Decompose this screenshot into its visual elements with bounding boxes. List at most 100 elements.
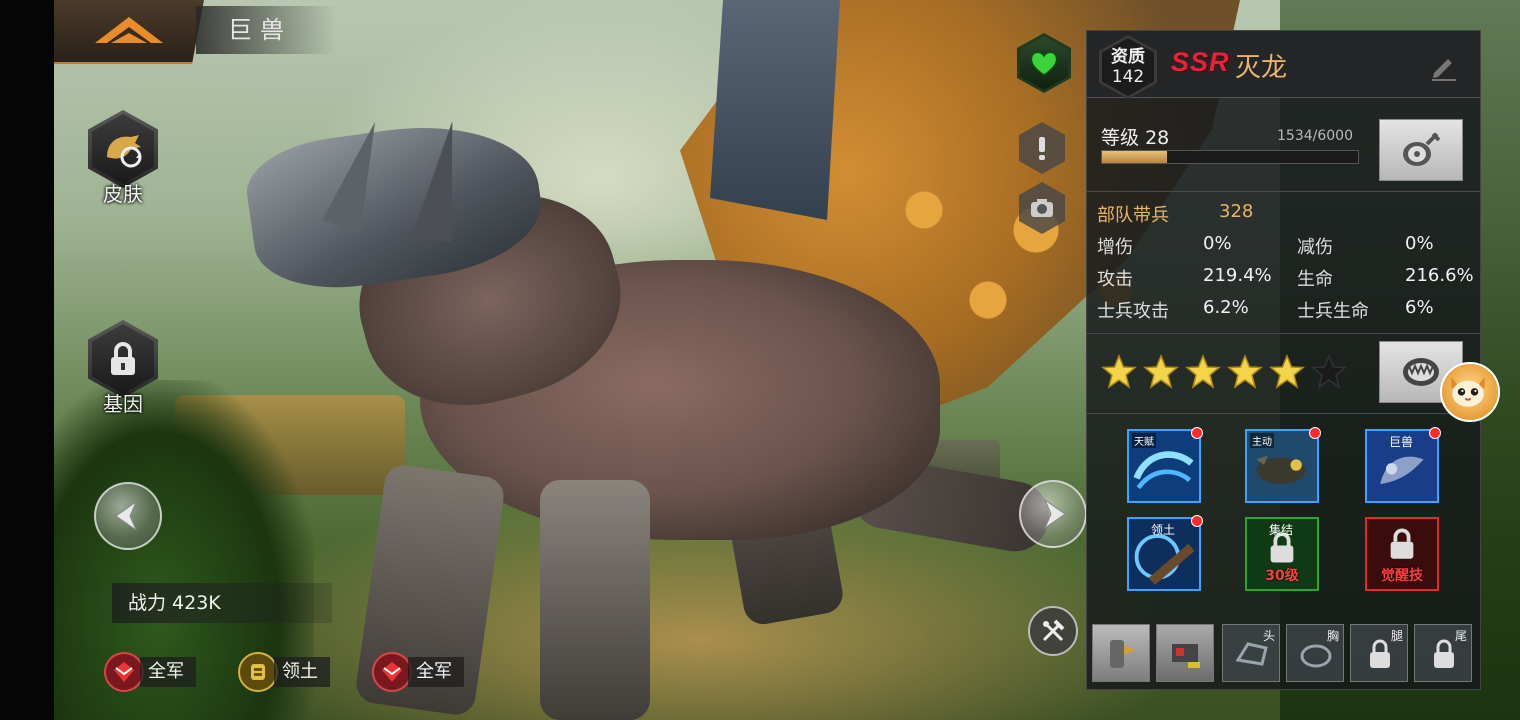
- screenshot-button[interactable]: [1019, 182, 1065, 234]
- skill-tag: 天赋: [1132, 433, 1156, 448]
- dino-skin-icon: [107, 135, 142, 168]
- beast-front-leg: [540, 480, 650, 720]
- equip-slot-head[interactable]: 头: [1222, 624, 1280, 682]
- awaken-skill-label: 觉醒技: [1381, 568, 1423, 584]
- skill-tag: 集结: [1269, 523, 1294, 537]
- notification-dot: [1191, 427, 1203, 439]
- star-filled-icon: [1227, 354, 1263, 389]
- exp-fill: [1102, 151, 1168, 163]
- territory-emblem-icon: [238, 652, 278, 692]
- stat-value: 6.2%: [1203, 297, 1249, 318]
- hammer-shovel-icon: [1042, 619, 1065, 642]
- buff-chip-label: 领土: [274, 657, 330, 687]
- level-text: 等级 28: [1101, 123, 1169, 150]
- prev-beast-button[interactable]: [94, 482, 162, 550]
- skill-slot-active[interactable]: 主动: [1245, 427, 1321, 503]
- feed-button[interactable]: [1379, 119, 1463, 181]
- skill-slot-territory[interactable]: 领土: [1127, 515, 1203, 591]
- equip-slot-legs[interactable]: 腿: [1350, 624, 1408, 682]
- skill-tag: 领土: [1151, 523, 1176, 537]
- meat-icon: [1403, 132, 1441, 166]
- star-filled-icon: [1143, 354, 1179, 389]
- beast-back-armor: [710, 0, 840, 220]
- skill-slot-awaken-locked[interactable]: 觉醒技: [1365, 517, 1439, 591]
- skill-tag: 巨兽: [1389, 435, 1414, 449]
- stat-label: 生命: [1297, 269, 1333, 290]
- buff-chip-army[interactable]: 全军: [372, 652, 464, 692]
- next-beast-button[interactable]: [1019, 480, 1087, 548]
- star-filled-icon: [1269, 354, 1305, 389]
- army-emblem-icon: [372, 652, 412, 692]
- heart-icon: [1030, 51, 1058, 76]
- favorite-button[interactable]: [1017, 33, 1071, 93]
- stat-label: 增伤: [1097, 237, 1133, 258]
- stat-value: 6%: [1405, 297, 1434, 318]
- skill-slot-rally-locked[interactable]: 集结 30级: [1245, 517, 1319, 591]
- star-empty-icon: [1311, 354, 1347, 389]
- equip-slot-claw[interactable]: [1092, 624, 1150, 682]
- buff-chip-territory[interactable]: 领土: [238, 652, 330, 692]
- level-value: 28: [1145, 127, 1170, 149]
- buff-chip-army[interactable]: 全军: [104, 652, 196, 692]
- beast-header: 资质 142 SSR 灭龙: [1087, 31, 1480, 99]
- exclamation-icon: [1039, 137, 1045, 160]
- skill-slot-talent[interactable]: 天赋: [1127, 427, 1203, 503]
- skin-button[interactable]: [88, 110, 158, 188]
- fang-jaw-icon: [1403, 358, 1439, 386]
- stat-value: 0%: [1203, 233, 1232, 254]
- quality-label: 资质: [1111, 47, 1145, 67]
- star-rating: [1101, 354, 1347, 390]
- quality-value: 142: [1111, 67, 1145, 87]
- stat-label: 攻击: [1097, 269, 1133, 290]
- star-filled-icon: [1185, 354, 1221, 389]
- equip-slot-chest[interactable]: 胸: [1286, 624, 1344, 682]
- stat-value: 0%: [1405, 233, 1434, 254]
- exp-bar: [1101, 150, 1359, 164]
- gene-button[interactable]: [88, 320, 158, 398]
- back-arrow-icon: [95, 17, 163, 43]
- beast-name: 灭龙: [1235, 53, 1288, 83]
- skin-label: 皮肤: [103, 182, 143, 206]
- edit-icon[interactable]: [1428, 51, 1460, 83]
- back-button[interactable]: [54, 0, 204, 64]
- gene-label: 基因: [103, 392, 143, 416]
- army-emblem-icon: [104, 652, 144, 692]
- beast-model[interactable]: [210, 0, 1240, 720]
- equip-slot-label: 头: [1262, 629, 1275, 643]
- stat-label: 士兵生命: [1297, 301, 1369, 322]
- notification-dot: [1191, 515, 1203, 527]
- cannon-gear-icon: [1172, 644, 1200, 668]
- unlock-requirement: 30级: [1265, 568, 1299, 584]
- cat-assistant-avatar[interactable]: [1440, 362, 1500, 422]
- left-edge-bar: [0, 0, 54, 720]
- combat-power: 战力 423K: [112, 583, 332, 623]
- stat-value: 216.6%: [1405, 265, 1474, 286]
- info-button[interactable]: [1019, 122, 1065, 174]
- forge-button[interactable]: [1028, 606, 1078, 656]
- equip-slot-cannon[interactable]: [1156, 624, 1214, 682]
- skill-tag: 主动: [1250, 433, 1274, 448]
- equip-slot-label: 胸: [1326, 629, 1339, 643]
- equip-slot-label: 尾: [1454, 629, 1467, 643]
- page-title: 巨兽: [196, 6, 336, 54]
- stat-label: 士兵攻击: [1097, 301, 1169, 322]
- lock-icon: [111, 342, 135, 375]
- arrow-right-icon: [1043, 498, 1066, 530]
- equip-slot-label: 腿: [1390, 629, 1403, 643]
- star-filled-icon: [1101, 354, 1137, 389]
- rarity-badge: SSR: [1171, 47, 1230, 77]
- notification-dot: [1309, 427, 1321, 439]
- notification-dot: [1429, 427, 1441, 439]
- beast-info-panel: 资质 142 SSR 灭龙 等级 28 1534/6000 部队带兵 328 增…: [1086, 30, 1481, 690]
- cat-face-icon: [1451, 377, 1485, 407]
- skill-slot-beast[interactable]: 巨兽: [1365, 427, 1441, 503]
- exp-text: 1534/6000: [1277, 128, 1353, 144]
- arrow-left-icon: [115, 500, 138, 532]
- quality-badge: 资质 142: [1099, 35, 1157, 99]
- equipment-row: 头 胸 腿 尾: [1086, 620, 1481, 690]
- equip-slot-tail[interactable]: 尾: [1414, 624, 1472, 682]
- claw-gear-icon: [1110, 640, 1136, 668]
- stat-value: 219.4%: [1203, 265, 1272, 286]
- camera-icon: [1031, 199, 1053, 217]
- troop-capacity-label: 部队带兵: [1097, 205, 1169, 226]
